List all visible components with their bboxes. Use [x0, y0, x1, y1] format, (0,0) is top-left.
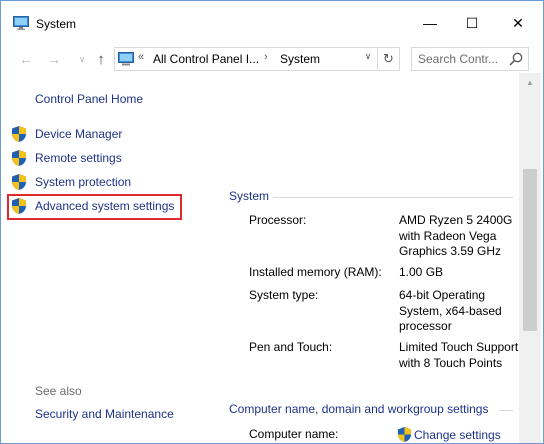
chevron-down-icon: ∨ [78, 53, 86, 64]
maximize-icon: ☐ [465, 14, 479, 31]
task-system-protection[interactable]: System protection [11, 172, 131, 192]
address-bar[interactable]: « All Control Panel I... › System ∨ ↻ [114, 47, 400, 71]
uac-shield-icon [12, 174, 26, 190]
refresh-icon: ↻ [383, 51, 394, 66]
task-label: Remote settings [35, 151, 122, 165]
up-button[interactable]: ↑ [91, 49, 111, 69]
task-label: Device Manager [35, 127, 123, 141]
scrollbar-thumb[interactable] [523, 169, 537, 331]
control-panel-icon [118, 52, 134, 66]
property-value: AMD Ryzen 5 2400G with Radeon Vega Graph… [399, 213, 513, 258]
section-divider [273, 197, 513, 198]
system-monitor-icon [13, 16, 29, 30]
title-bar[interactable]: System — ☐ ✕ [1, 1, 543, 45]
minimize-button[interactable]: — [407, 1, 453, 45]
task-label: System protection [35, 175, 132, 189]
property-value: 1.00 GB [399, 265, 444, 279]
scroll-up-button[interactable]: ▲ [519, 73, 541, 91]
section-title-system: System [229, 189, 270, 203]
system-window: System — ☐ ✕ ← → ∨ ↑ « All Control Panel… [0, 0, 544, 444]
property-label: Installed memory (RAM): [249, 265, 382, 279]
breadcrumb-all-control-panel[interactable]: All Control Panel I... [153, 52, 259, 66]
vertical-scrollbar[interactable]: ▲ [519, 73, 541, 443]
change-settings-label: Change settings [414, 427, 501, 442]
property-value: Limited Touch Support with 8 Touch Point… [399, 340, 519, 370]
search-box[interactable] [411, 47, 529, 71]
recent-locations-button[interactable]: ∨ [72, 49, 92, 69]
close-button[interactable]: ✕ [495, 1, 541, 45]
control-panel-home-link[interactable]: Control Panel Home [35, 92, 143, 106]
see-also-heading: See also [35, 384, 82, 398]
uac-shield-icon [12, 126, 26, 142]
navigation-bar: ← → ∨ ↑ « All Control Panel I... › Syste… [1, 45, 543, 73]
search-input[interactable] [418, 51, 504, 67]
security-and-maintenance-link[interactable]: Security and Maintenance [35, 407, 174, 421]
refresh-button[interactable]: ↻ [377, 48, 399, 70]
breadcrumb-overflow[interactable]: « [138, 51, 144, 63]
back-arrow-icon: ← [19, 51, 33, 67]
minimize-icon: — [423, 15, 437, 31]
highlight-annotation [7, 194, 182, 220]
forward-arrow-icon: → [47, 51, 61, 67]
back-button[interactable]: ← [16, 49, 36, 69]
window-title: System [36, 17, 77, 31]
uac-shield-icon [397, 427, 412, 442]
up-arrow-icon: ↑ [97, 50, 105, 68]
breadcrumb-separator[interactable]: › [264, 51, 268, 63]
property-label: Computer name: [249, 427, 339, 441]
breadcrumb-system[interactable]: System [280, 52, 320, 66]
address-dropdown-button[interactable]: ∨ [361, 51, 375, 62]
change-settings-link[interactable]: Change settings [397, 426, 501, 443]
close-icon: ✕ [512, 14, 524, 31]
maximize-button[interactable]: ☐ [449, 1, 495, 45]
property-label: System type: [249, 288, 319, 302]
task-device-manager[interactable]: Device Manager [11, 124, 122, 144]
uac-shield-icon [12, 150, 26, 166]
property-label: Pen and Touch: [249, 340, 333, 354]
property-label: Processor: [249, 213, 307, 227]
section-divider [499, 410, 513, 411]
search-icon[interactable] [508, 51, 524, 67]
chevron-up-icon: ▲ [526, 77, 534, 87]
task-pane: Control Panel Home Device Manager Remote… [1, 73, 221, 443]
task-remote-settings[interactable]: Remote settings [11, 148, 122, 168]
forward-button[interactable]: → [44, 49, 64, 69]
section-title-computer-name: Computer name, domain and workgroup sett… [229, 402, 489, 416]
system-details-pane: System Processor: AMD Ryzen 5 2400G with… [221, 73, 519, 443]
property-value: 64-bit Operating System, x64-based proce… [399, 288, 502, 333]
